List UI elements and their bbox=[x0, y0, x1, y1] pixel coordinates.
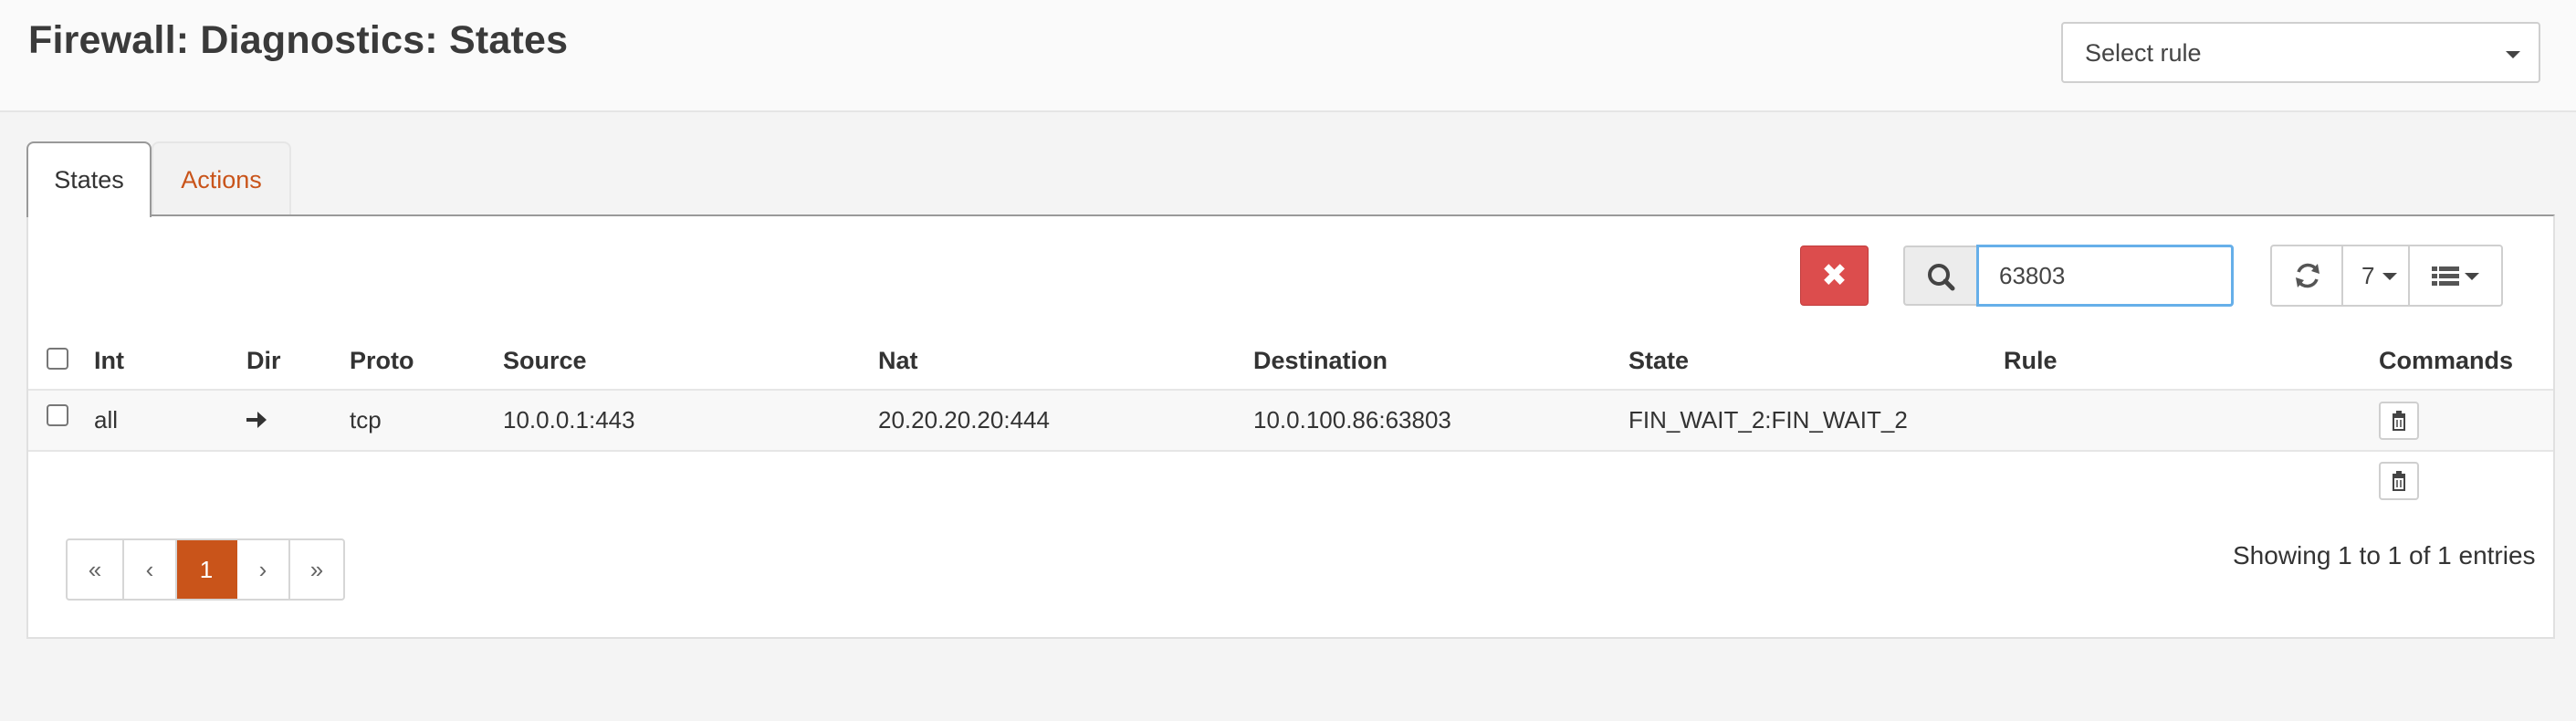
close-icon: ✖ bbox=[1821, 258, 1848, 293]
trash-icon bbox=[2393, 411, 2405, 431]
page-first-button[interactable]: « bbox=[68, 540, 124, 599]
column-header-source[interactable]: Source bbox=[503, 347, 587, 375]
list-icon bbox=[2432, 266, 2459, 286]
columns-dropdown[interactable] bbox=[2410, 246, 2501, 305]
rule-select-value: Select rule bbox=[2085, 39, 2202, 67]
column-header-proto[interactable]: Proto bbox=[350, 347, 414, 375]
grid-actions: 7 bbox=[2270, 245, 2503, 307]
page-header: Firewall: Diagnostics: States Select rul… bbox=[0, 0, 2576, 112]
row-count-value: 7 bbox=[2361, 262, 2375, 289]
cell-int: all bbox=[94, 406, 119, 434]
column-header-nat[interactable]: Nat bbox=[878, 347, 918, 375]
column-header-commands: Commands bbox=[2379, 347, 2514, 374]
delete-selected-button[interactable] bbox=[2379, 462, 2419, 500]
cell-proto: tcp bbox=[350, 406, 382, 434]
page-prev-button[interactable]: ‹ bbox=[124, 540, 177, 599]
refresh-icon bbox=[2296, 263, 2319, 288]
tab-actions[interactable]: Actions bbox=[152, 141, 291, 217]
cell-nat: 20.20.20.20:444 bbox=[878, 406, 1050, 434]
trash-icon bbox=[2393, 471, 2405, 491]
row-count-dropdown[interactable]: 7 bbox=[2343, 246, 2410, 305]
page-last-button[interactable]: » bbox=[290, 540, 343, 599]
search-input[interactable] bbox=[1976, 245, 2234, 307]
column-header-state[interactable]: State bbox=[1628, 347, 1689, 375]
cell-state: FIN_WAIT_2:FIN_WAIT_2 bbox=[1628, 406, 1908, 434]
search-icon bbox=[1928, 264, 1955, 291]
page-current-button[interactable]: 1 bbox=[177, 540, 237, 599]
tab-states[interactable]: States bbox=[26, 141, 152, 217]
tab-actions-label: Actions bbox=[181, 166, 262, 193]
column-header-rule[interactable]: Rule bbox=[2004, 347, 2058, 375]
column-header-destination[interactable]: Destination bbox=[1253, 347, 1387, 375]
entries-summary: Showing 1 to 1 of 1 entries bbox=[2233, 541, 2536, 569]
cell-destination: 10.0.100.86:63803 bbox=[1253, 406, 1451, 434]
caret-down-icon bbox=[2465, 273, 2479, 280]
clear-filter-button[interactable]: ✖ bbox=[1800, 246, 1869, 306]
refresh-button[interactable] bbox=[2272, 246, 2343, 305]
page-next-button[interactable]: › bbox=[237, 540, 290, 599]
select-all-checkbox[interactable] bbox=[47, 348, 68, 370]
page-title: Firewall: Diagnostics: States bbox=[28, 18, 569, 62]
arrow-right-icon bbox=[246, 412, 267, 428]
table-divider bbox=[28, 450, 2553, 452]
cell-source: 10.0.0.1:443 bbox=[503, 406, 635, 434]
rule-select[interactable]: Select rule bbox=[2061, 22, 2540, 83]
caret-down-icon bbox=[2506, 51, 2520, 58]
caret-down-icon bbox=[2382, 273, 2397, 280]
search-addon bbox=[1903, 246, 1976, 306]
delete-state-button[interactable] bbox=[2379, 402, 2419, 440]
column-header-dir[interactable]: Dir bbox=[246, 347, 281, 375]
row-checkbox[interactable] bbox=[47, 404, 68, 426]
pagination: « ‹ 1 › » bbox=[66, 538, 345, 601]
tab-states-label: States bbox=[54, 166, 124, 193]
column-header-int[interactable]: Int bbox=[94, 347, 124, 375]
